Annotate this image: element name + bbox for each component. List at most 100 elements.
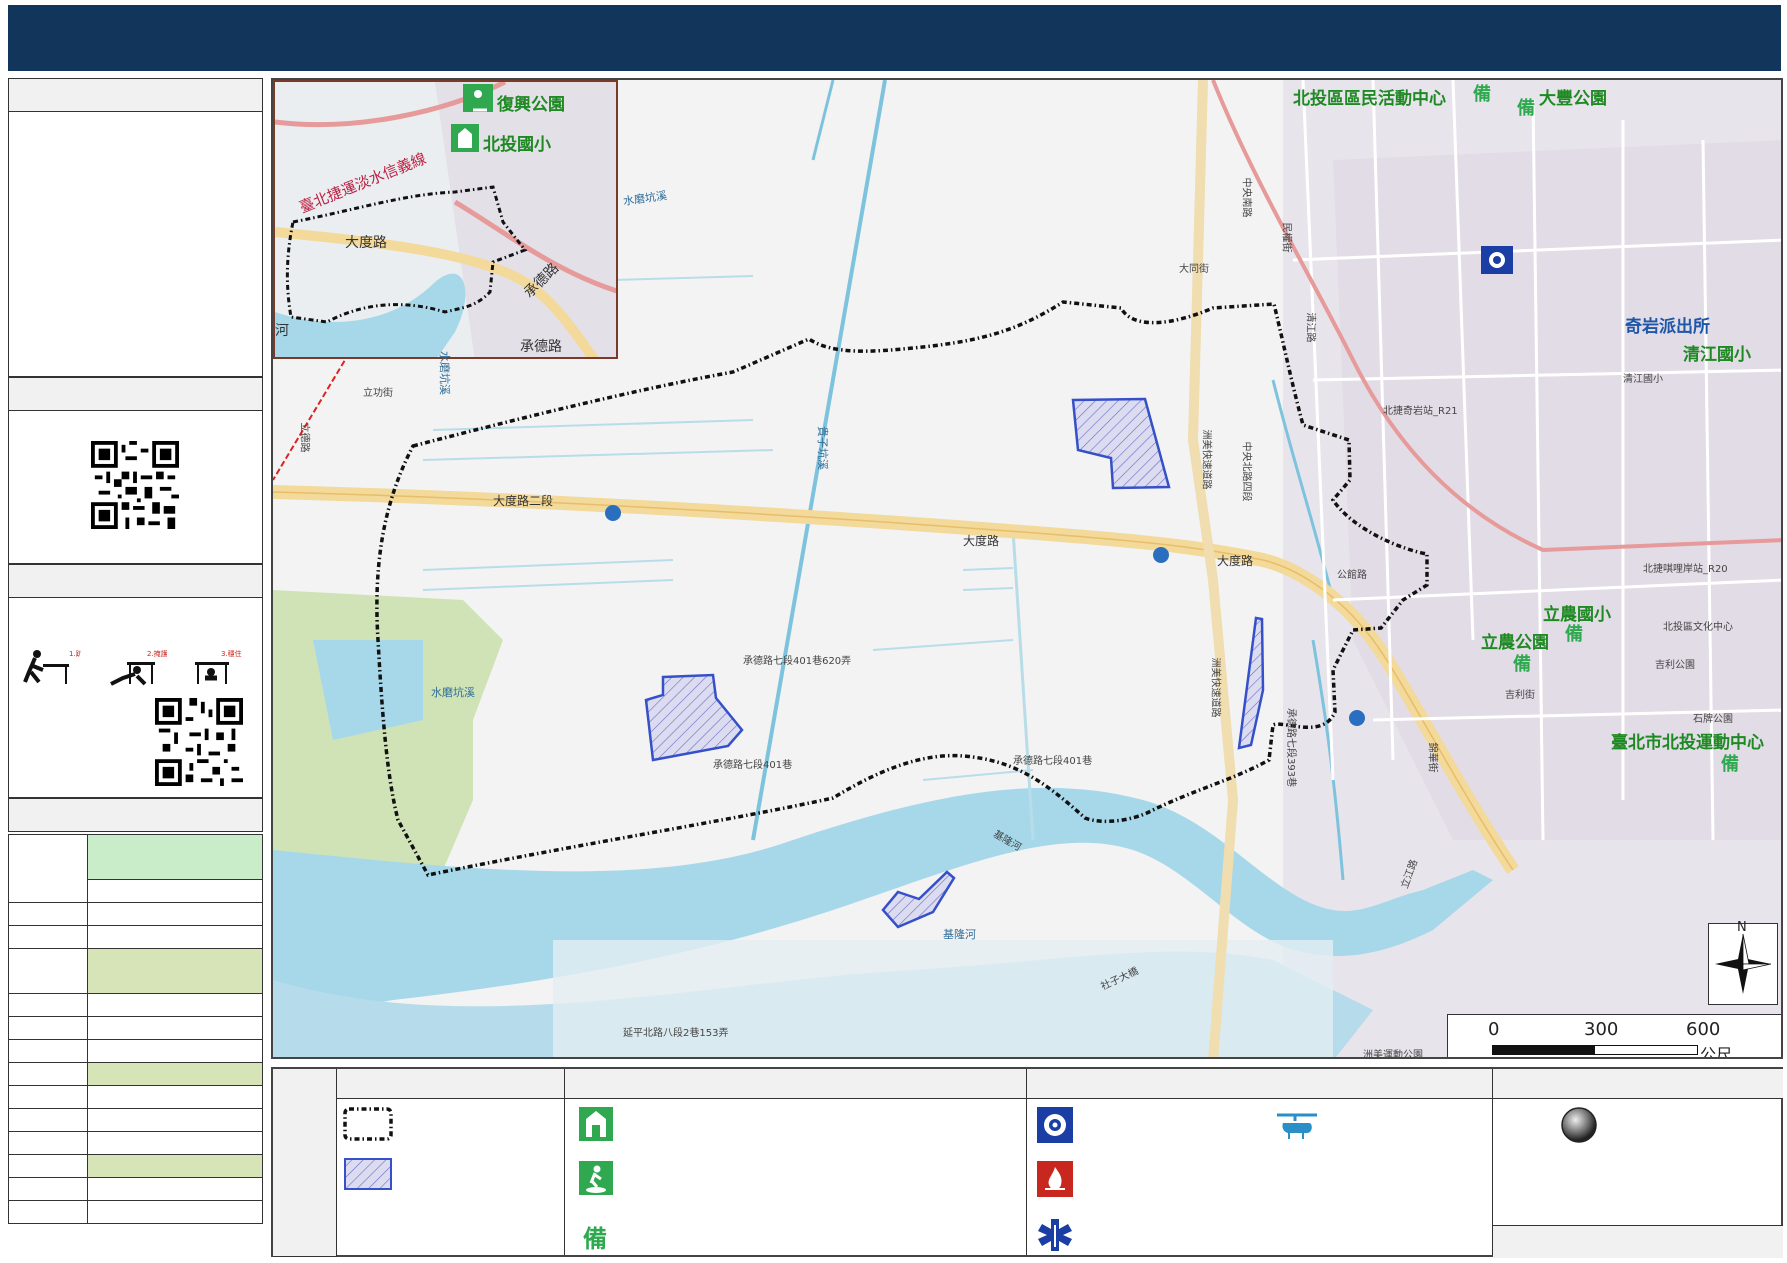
legend-title-cell [273,1069,337,1257]
table-cell [8,948,88,994]
road-label: 大度路二段 [493,494,554,508]
qr-code-icon[interactable] [89,441,181,529]
compass-icon [1715,933,1772,994]
road-label: 清江路 [1304,312,1316,343]
north-arrow: N [1708,920,1778,1005]
road-label: 公館路 [1337,570,1367,581]
left-panel: 1.趴下 2.掩護 3.穩住 [8,78,263,1256]
safety-qr-code-icon[interactable] [153,698,245,786]
table-cell [8,993,88,1017]
road-label: 承德路七段401巷 [1013,756,1093,767]
road-label: 大同街 [1179,264,1209,275]
legend-col-head [337,1069,565,1099]
road-label: 中央北路四段 [1240,441,1252,502]
svg-text:1.趴下: 1.趴下 [69,650,81,658]
table-cell [8,1085,88,1109]
scale-bar: 0 300 600 公尺 [1447,1014,1781,1059]
legend-col-head [1493,1069,1783,1099]
inset-school-label: 北投國小 [483,135,551,155]
metro-station-label: 北捷唭哩岸站_R20 [1643,564,1728,575]
shelter-table-header [8,798,263,832]
drop-icon: 1.趴下 [23,650,81,684]
table-cell [8,1016,88,1040]
road-label: 承德路七段401巷620弄 [743,656,852,667]
road-label: 錦華街 [1426,742,1438,773]
sports-center-label: 臺北市北投運動中心 [1611,733,1764,753]
table-cell [8,1108,88,1132]
cover-icon: 2.掩護 [110,649,167,686]
river-label: 水磨坑溪 [438,351,451,395]
table-cell [87,1131,263,1155]
table-cell [87,1177,263,1201]
legend: 備 [271,1067,1783,1258]
scale-tick-600: 600 [1686,1019,1721,1040]
table-cell [87,1039,263,1063]
table-cell [8,1177,88,1201]
table-cell [87,1016,263,1040]
backup-shelter-icon: 備 [1473,84,1491,105]
scale-tick-300: 300 [1584,1019,1619,1040]
inset-park-label: 復興公園 [497,95,565,115]
medical-legend-icon [1038,1219,1072,1251]
safety-section-header [8,564,263,598]
table-cell [87,1108,263,1132]
map-frame[interactable]: 復興公園 北投國小 臺北捷運淡水信義線 大度路 承德路 承德路 河 北投區區民活… [271,78,1783,1059]
north-label: N [1737,920,1747,935]
indoor-shelter-icon [579,1107,613,1141]
park-label: 石牌公園 [1693,714,1733,725]
table-cell [8,1200,88,1224]
park-label: 吉利公園 [1655,660,1695,671]
legend-col [1027,1099,1493,1255]
scale-unit: 公尺 [1700,1045,1733,1059]
scale-tick-0: 0 [1488,1019,1500,1040]
road-label: 大度路 [963,534,1000,548]
backup-shelter-icon: 備 [1565,624,1583,645]
inset-chengde-label-2: 承德路 [520,339,562,355]
table-cell [87,879,263,903]
inset-river-label: 河 [275,323,289,339]
outdoor-shelter-icon [579,1161,613,1195]
backup-shelter-legend-icon: 備 [583,1225,607,1253]
road-label: 大度路 [1217,554,1254,568]
road-label: 吉利街 [1505,690,1535,701]
road-label: 承德路七段393巷 [1285,707,1297,788]
river-label: 水磨坑溪 [431,686,475,699]
table-cell [8,902,88,926]
road-label: 洲美快速道路 [1209,657,1221,718]
police-legend-icon [1037,1107,1073,1143]
legend-col-head [1027,1069,1493,1099]
legend-col [565,1099,1027,1255]
table-cell [87,902,263,926]
table-cell [8,925,88,949]
table-cell [8,1062,88,1086]
table-cell [87,993,263,1017]
table-cell [8,1131,88,1155]
river-label: 貴子坑溪 [816,426,829,470]
backup-shelter-icon: 備 [1513,654,1531,675]
hold-icon: 3.穩住 [195,649,242,684]
table-cell [87,925,263,949]
metro-station-label: 北捷奇岩站_R21 [1383,406,1458,417]
info-section-body [8,112,263,377]
road-label: 中央南路 [1240,177,1252,218]
hazard-area-legend-icon [344,1158,392,1190]
dafeng-park-label: 大豐公園 [1539,89,1607,109]
boundary-legend-icon [343,1107,393,1141]
activity-center-label: 北投區區民活動中心 [1293,89,1446,109]
siren-legend-icon [1561,1107,1597,1143]
table-cell [8,834,88,903]
road-label: 民權街 [1280,222,1292,253]
qingjiang-school-label: 清江國小 [1683,345,1751,365]
backup-shelter-icon: 備 [1721,754,1739,775]
police-station-icon [1481,246,1513,274]
inset-basemap [275,82,616,357]
table-cell [87,1085,263,1109]
table-cell [8,1154,88,1178]
title-bar [8,5,1781,71]
road-label: 延平北路八段2巷153弄 [623,1028,729,1039]
table-cell [87,1154,263,1178]
road-label: 承德路七段401巷 [713,760,793,771]
inset-map[interactable]: 復興公園 北投國小 臺北捷運淡水信義線 大度路 承德路 承德路 河 [273,80,618,359]
fire-station-legend-icon [1037,1161,1073,1197]
road-label: 立德路 [298,422,310,453]
